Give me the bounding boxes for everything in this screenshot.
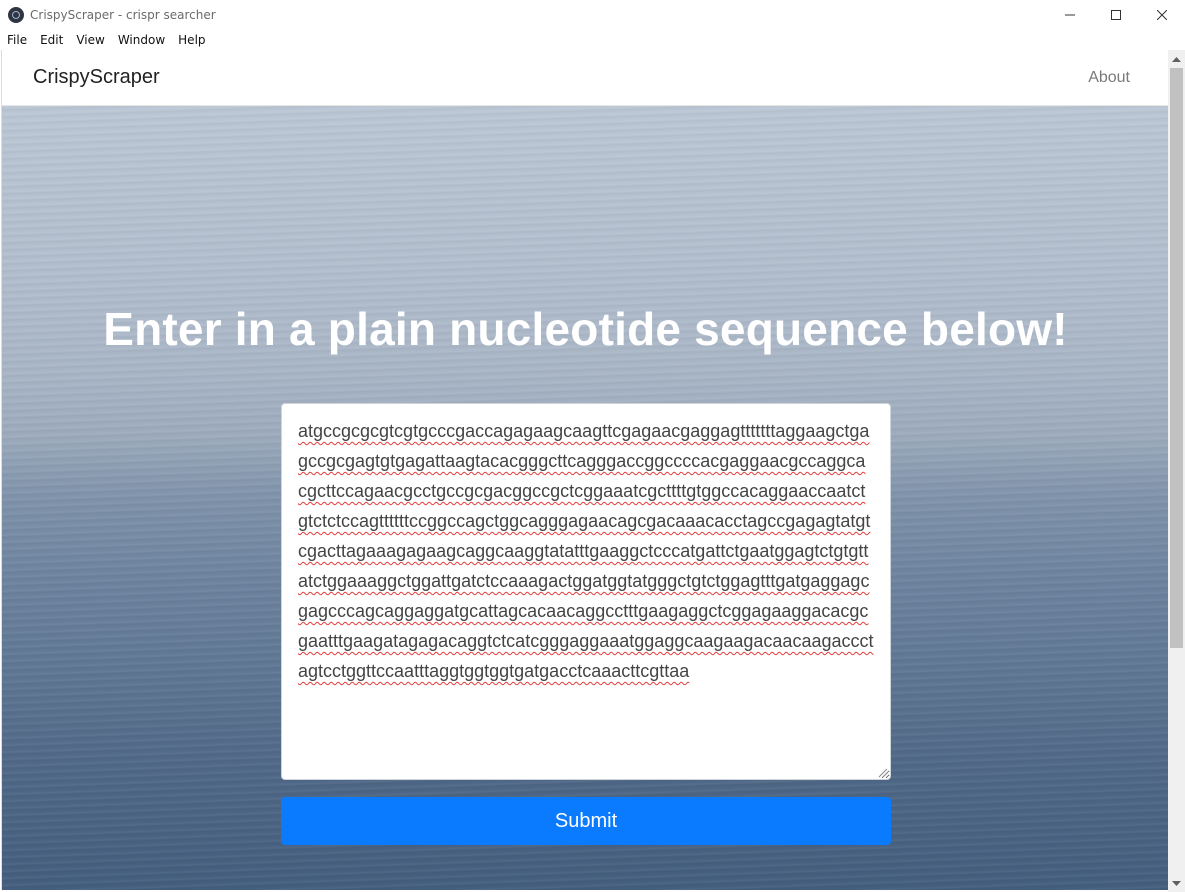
nav-about-link[interactable]: About bbox=[1088, 69, 1130, 87]
vertical-scrollbar[interactable] bbox=[1168, 50, 1185, 892]
scrollbar-thumb[interactable] bbox=[1170, 68, 1183, 648]
menu-help[interactable]: Help bbox=[171, 33, 211, 47]
hero-section: Enter in a plain nucleotide sequence bel… bbox=[2, 106, 1168, 890]
minimize-icon bbox=[1065, 14, 1075, 16]
scroll-down-arrow-icon[interactable] bbox=[1168, 875, 1185, 892]
menu-file[interactable]: File bbox=[0, 33, 33, 47]
window-title: CrispyScraper - crispr searcher bbox=[30, 8, 216, 22]
window-controls bbox=[1047, 0, 1185, 30]
title-bar: CrispyScraper - crispr searcher bbox=[0, 0, 1185, 30]
page-title: Enter in a plain nucleotide sequence bel… bbox=[103, 303, 1068, 355]
menu-view[interactable]: View bbox=[69, 33, 110, 47]
brand-link[interactable]: CrispyScraper bbox=[33, 66, 160, 89]
close-icon bbox=[1157, 10, 1167, 20]
app-icon bbox=[8, 7, 24, 23]
menu-window[interactable]: Window bbox=[111, 33, 171, 47]
close-button[interactable] bbox=[1139, 0, 1185, 30]
sequence-textarea[interactable]: atgccgcgcgtcgtgcccgaccagagaagcaagttcgaga… bbox=[281, 403, 891, 780]
scroll-up-arrow-icon[interactable] bbox=[1168, 50, 1185, 67]
minimize-button[interactable] bbox=[1047, 0, 1093, 30]
maximize-icon bbox=[1111, 10, 1121, 20]
page-viewport: CrispyScraper About Enter in a plain nuc… bbox=[1, 50, 1168, 890]
maximize-button[interactable] bbox=[1093, 0, 1139, 30]
submit-button[interactable]: Submit bbox=[281, 797, 891, 845]
navbar: CrispyScraper About bbox=[2, 50, 1168, 106]
resize-handle-icon[interactable] bbox=[876, 766, 888, 778]
menu-bar: File Edit View Window Help bbox=[0, 30, 1185, 50]
menu-edit[interactable]: Edit bbox=[33, 33, 69, 47]
